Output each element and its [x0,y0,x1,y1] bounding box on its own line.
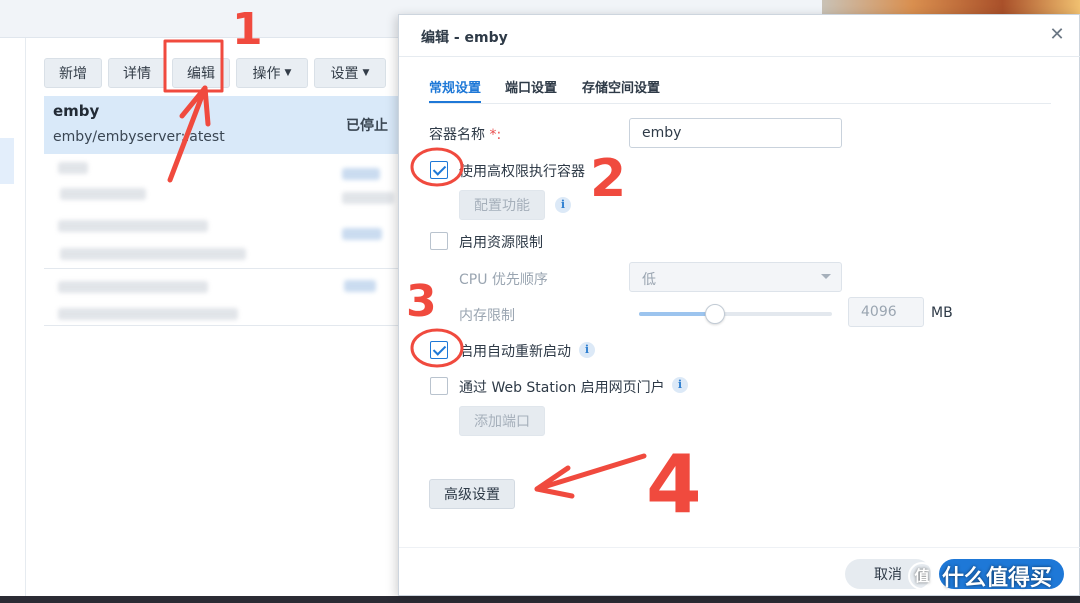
resource-limit-checkbox[interactable] [430,232,448,250]
row-divider [44,325,404,326]
blurred-text [58,281,208,293]
edit-button[interactable]: 编辑 [172,58,230,88]
cpu-priority-select[interactable]: 低 [629,262,842,292]
info-icon[interactable]: i [579,342,595,358]
divider [429,103,1051,104]
blurred-text [60,248,246,260]
blurred-text [60,188,146,200]
container-name-label: 容器名称 *: [429,127,502,143]
edit-container-dialog: 编辑 - emby ✕ 常规设置 端口设置 存储空间设置 容器名称 *: 使用高… [398,14,1080,596]
watermark: 值 什么值得买 [908,558,1052,594]
container-image: emby/embyserver:latest [53,129,225,145]
privileged-checkbox[interactable] [430,161,448,179]
caret-down-icon: ▼ [284,68,292,78]
memory-limit-input[interactable] [848,297,924,327]
cpu-priority-label: CPU 优先顺序 [459,272,548,288]
blurred-text [344,280,376,292]
container-name-input[interactable] [629,118,842,148]
watermark-logo-icon: 值 [908,562,936,590]
settings-button[interactable]: 设置 ▼ [314,58,386,88]
advanced-settings-button[interactable]: 高级设置 [429,479,515,509]
tab-general-settings[interactable]: 常规设置 [429,77,481,96]
divider [399,547,1080,548]
left-sidebar [0,38,26,603]
resource-limit-label: 启用资源限制 [459,235,543,251]
blurred-text [342,192,394,204]
auto-restart-label: 启用自动重新启动 [459,344,571,360]
blurred-text [58,220,208,232]
container-name: emby [53,102,100,120]
info-icon[interactable]: i [555,197,571,213]
taskbar [0,596,1080,603]
details-button[interactable]: 详情 [108,58,166,88]
tab-port-settings[interactable]: 端口设置 [505,77,557,96]
blurred-text [58,162,88,174]
caret-down-icon [821,274,831,279]
caret-down-icon: ▼ [362,68,370,78]
memory-unit-label: MB [931,305,953,321]
blurred-text [342,168,380,180]
auto-restart-checkbox[interactable] [430,341,448,359]
row-divider [44,268,404,269]
dialog-title: 编辑 - emby [421,30,508,46]
slider-handle[interactable] [705,304,725,324]
close-icon[interactable]: ✕ [1047,25,1067,45]
add-port-button[interactable]: 添加端口 [459,406,545,436]
required-mark: *: [489,127,502,143]
privileged-label: 使用高权限执行容器 [459,164,585,180]
info-icon[interactable]: i [672,377,688,393]
divider [399,56,1080,57]
action-button[interactable]: 操作 ▼ [236,58,308,88]
configure-capabilities-button[interactable]: 配置功能 [459,190,545,220]
web-station-checkbox[interactable] [430,377,448,395]
container-status: 已停止 [346,118,388,134]
memory-limit-label: 内存限制 [459,308,515,324]
blurred-text [342,228,382,240]
desktop-wallpaper [822,0,1080,14]
memory-limit-slider[interactable] [639,312,832,316]
create-button[interactable]: 新增 [44,58,102,88]
sidebar-selected-item[interactable] [0,138,14,184]
tab-volume-settings[interactable]: 存储空间设置 [582,77,660,96]
blurred-text [58,308,238,320]
web-station-label: 通过 Web Station 启用网页门户 [459,380,665,396]
